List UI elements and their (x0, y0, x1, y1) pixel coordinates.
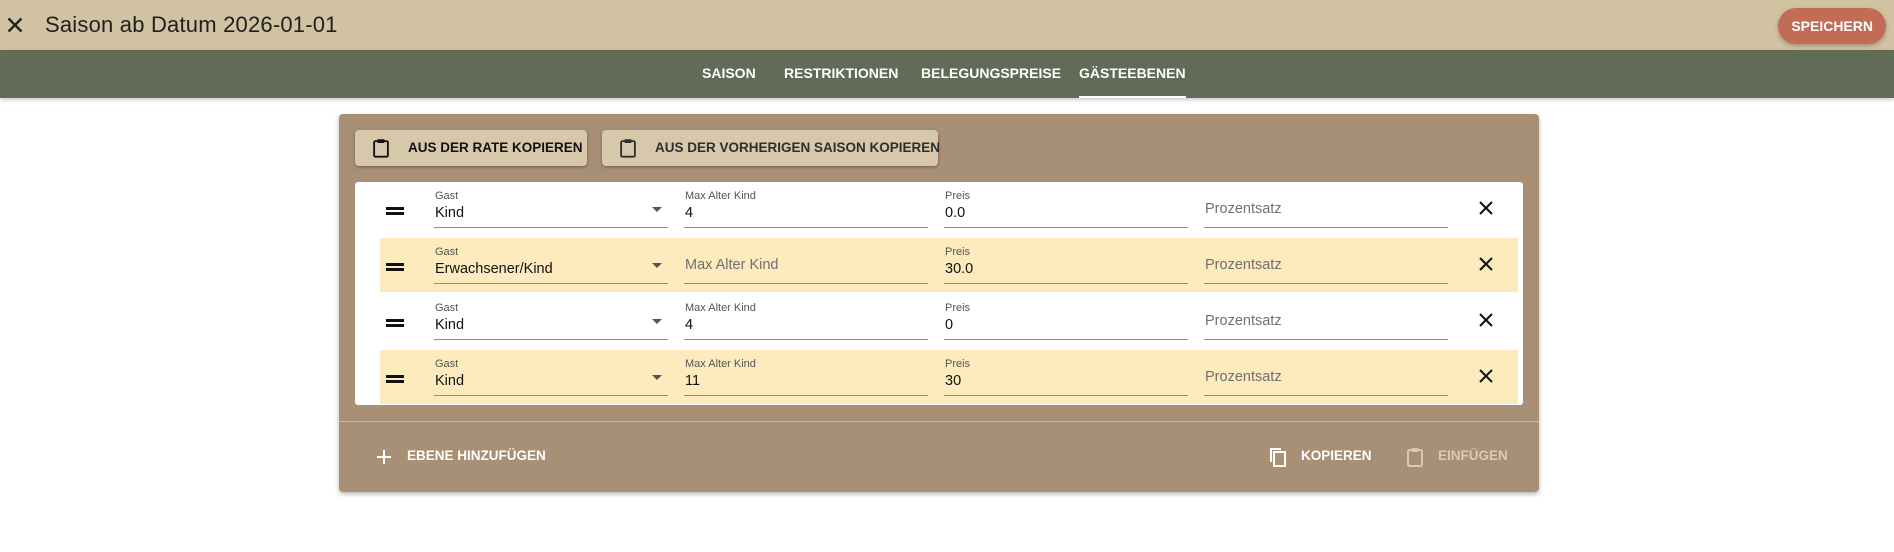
dropdown-arrow-icon (652, 319, 662, 324)
guest-type-select[interactable]: Gast Kind (434, 190, 668, 228)
copy-icon (1270, 448, 1286, 467)
guest-level-row: Gast Kind Max Alter Kind 4 Preis 0 Proze… (380, 294, 1518, 348)
top-app-bar: Saison ab Datum 2026-01-01 SPEICHERN (0, 0, 1894, 50)
paste-icon (1407, 448, 1423, 467)
delete-row-icon[interactable] (1478, 368, 1494, 384)
guest-level-row: Gast Kind Max Alter Kind 11 Preis 30 Pro… (380, 350, 1518, 404)
copy-from-rate-button[interactable]: AUS DER RATE KOPIEREN (355, 130, 587, 166)
tab-gaesteebenen[interactable]: GÄSTEEBENEN (1079, 50, 1186, 98)
drag-handle-icon[interactable] (386, 207, 404, 215)
guest-level-row: Gast Erwachsener/Kind Max Alter Kind Pre… (380, 238, 1518, 292)
add-level-button[interactable]: EBENE HINZUFÜGEN (373, 438, 573, 474)
drag-handle-icon[interactable] (386, 319, 404, 327)
clipboard-icon (373, 139, 389, 158)
tab-bar: SAISON RESTRIKTIONEN BELEGUNGSPREISE GÄS… (0, 50, 1894, 98)
paste-button[interactable]: EINFÜGEN (1404, 438, 1524, 474)
delete-row-icon[interactable] (1478, 256, 1494, 272)
price-field[interactable]: Preis 0.0 (944, 190, 1188, 228)
drag-handle-icon[interactable] (386, 375, 404, 383)
tab-saison[interactable]: SAISON (702, 50, 756, 98)
delete-row-icon[interactable] (1478, 312, 1494, 328)
delete-row-icon[interactable] (1478, 200, 1494, 216)
save-button[interactable]: SPEICHERN (1778, 8, 1886, 44)
dropdown-arrow-icon (652, 207, 662, 212)
percent-field[interactable]: Prozentsatz (1204, 302, 1448, 340)
percent-field[interactable]: Prozentsatz (1204, 358, 1448, 396)
paste-label: EINFÜGEN (1438, 448, 1508, 463)
panel-divider (339, 421, 1539, 422)
dropdown-arrow-icon (652, 375, 662, 380)
drag-handle-icon[interactable] (386, 263, 404, 271)
percent-field[interactable]: Prozentsatz (1204, 190, 1448, 228)
tab-restriktionen[interactable]: RESTRIKTIONEN (784, 50, 898, 98)
guest-type-select[interactable]: Gast Kind (434, 358, 668, 396)
percent-field[interactable]: Prozentsatz (1204, 246, 1448, 284)
copy-from-rate-label: AUS DER RATE KOPIEREN (408, 140, 583, 155)
tab-belegungspreise[interactable]: BELEGUNGSPREISE (921, 50, 1061, 98)
price-field[interactable]: Preis 30.0 (944, 246, 1188, 284)
max-age-field[interactable]: Max Alter Kind 4 (684, 190, 928, 228)
guest-levels-panel: AUS DER RATE KOPIEREN AUS DER VORHERIGEN… (339, 114, 1539, 492)
price-field[interactable]: Preis 30 (944, 358, 1188, 396)
guest-levels-list: Gast Kind Max Alter Kind 4 Preis 0.0 Pro… (355, 182, 1523, 405)
copy-label: KOPIEREN (1301, 448, 1372, 463)
page-title: Saison ab Datum 2026-01-01 (45, 12, 338, 37)
plus-icon (377, 450, 391, 464)
dropdown-arrow-icon (652, 263, 662, 268)
max-age-field[interactable]: Max Alter Kind (684, 246, 928, 284)
copy-from-previous-season-label: AUS DER VORHERIGEN SAISON KOPIEREN (655, 140, 941, 155)
close-icon[interactable] (2, 12, 28, 38)
price-field[interactable]: Preis 0 (944, 302, 1188, 340)
max-age-field[interactable]: Max Alter Kind 11 (684, 358, 928, 396)
copy-from-previous-season-button[interactable]: AUS DER VORHERIGEN SAISON KOPIEREN (602, 130, 941, 166)
add-level-label: EBENE HINZUFÜGEN (407, 448, 546, 463)
clipboard-icon (620, 139, 636, 158)
copy-button[interactable]: KOPIEREN (1267, 438, 1377, 474)
guest-type-select[interactable]: Gast Kind (434, 302, 668, 340)
guest-type-select[interactable]: Gast Erwachsener/Kind (434, 246, 668, 284)
guest-level-row: Gast Kind Max Alter Kind 4 Preis 0.0 Pro… (380, 182, 1518, 236)
max-age-field[interactable]: Max Alter Kind 4 (684, 302, 928, 340)
